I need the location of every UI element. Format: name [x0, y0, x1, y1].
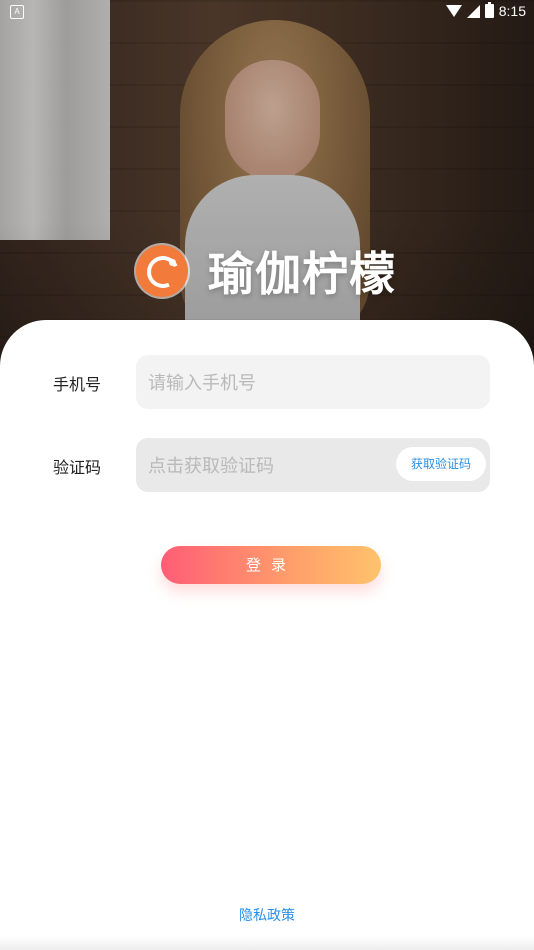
login-card: 手机号 验证码 获取验证码 登录 隐私政策	[0, 320, 534, 950]
logo-dot	[169, 259, 176, 266]
phone-label: 手机号	[53, 375, 102, 394]
code-label: 验证码	[53, 458, 102, 477]
get-code-button[interactable]: 获取验证码	[396, 447, 486, 481]
app-title: 瑜伽柠檬	[208, 247, 396, 301]
battery-icon	[484, 2, 494, 18]
phone-input[interactable]	[146, 355, 400, 411]
lemon-logo-icon	[136, 245, 188, 297]
code-row: 验证码 获取验证码	[0, 438, 534, 494]
status-bar: A 8:15	[0, 0, 534, 24]
code-input[interactable]	[146, 438, 400, 494]
status-time: 8:15	[498, 3, 526, 19]
brand-header: 瑜伽柠檬	[136, 238, 396, 304]
code-input-box: 获取验证码	[136, 438, 490, 494]
privacy-policy-link[interactable]: 隐私政策	[0, 905, 534, 925]
phone-input-box	[136, 355, 490, 411]
logo-ring	[142, 251, 184, 293]
status-icons: 8:15	[445, 2, 526, 19]
bottom-edge	[0, 936, 534, 950]
login-button[interactable]: 登录	[161, 546, 381, 584]
phone-row: 手机号	[0, 355, 534, 411]
notification-indicator: A	[10, 5, 24, 19]
signal-icon	[466, 4, 480, 18]
wifi-icon	[445, 5, 462, 17]
